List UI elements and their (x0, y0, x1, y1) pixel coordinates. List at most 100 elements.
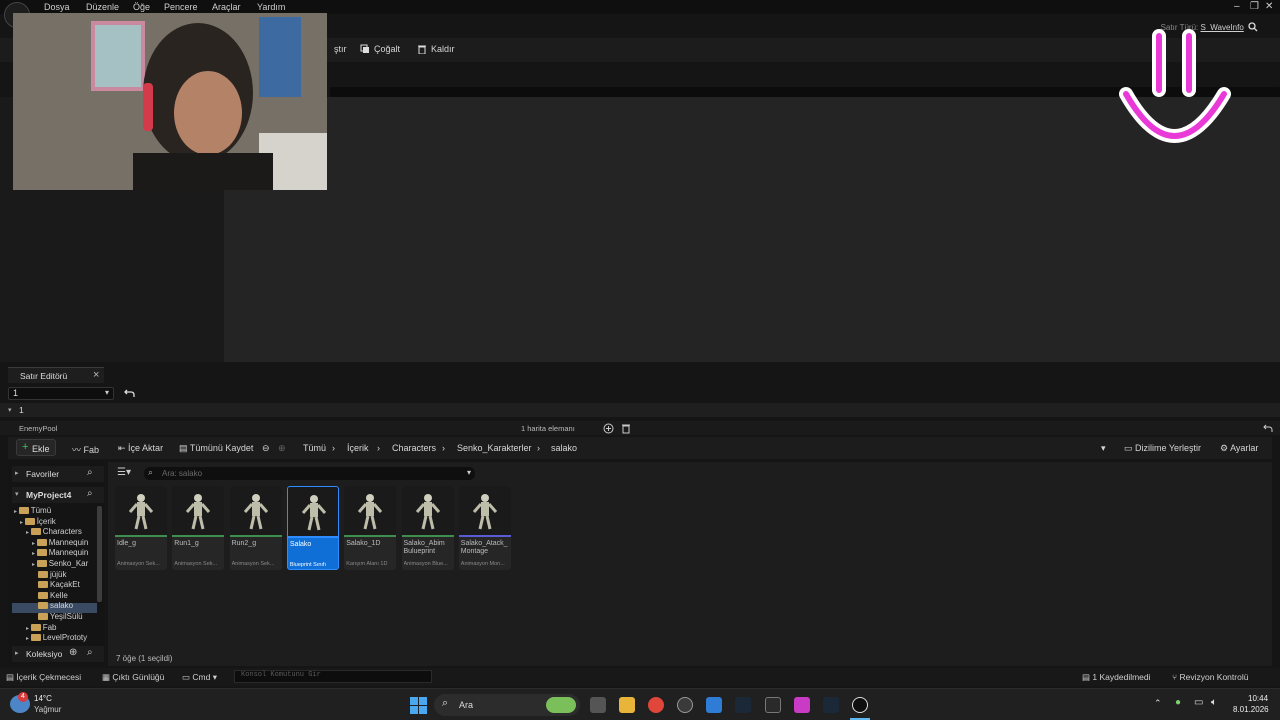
row-expand-icon[interactable]: ▾ (8, 406, 12, 414)
filter-icon[interactable]: ☰▾ (117, 467, 131, 478)
asset-tile[interactable]: Salako_Abim Bulueprint Animasyon Blue... (401, 486, 454, 570)
reset-icon[interactable] (124, 389, 135, 398)
asset-type-bar (401, 535, 454, 537)
tree-item[interactable]: ▸ Mannequin (32, 538, 98, 547)
trash-icon[interactable] (621, 423, 631, 434)
maximize-icon[interactable]: ❐ (1250, 1, 1259, 12)
forward-icon[interactable]: ⊕ (278, 443, 286, 454)
minimize-icon[interactable]: – (1234, 1, 1240, 12)
tree-item[interactable]: salako (38, 601, 98, 610)
asset-type: Animasyon Sek... (117, 561, 160, 567)
tree-item[interactable]: YeşilSülü (38, 612, 98, 621)
task-view-icon[interactable] (590, 697, 606, 713)
tree-item[interactable]: ▸ Fab (26, 623, 98, 632)
tree-item[interactable]: ▸ İçerik (20, 517, 98, 526)
revision-control-button[interactable]: ⑂ Revizyon Kontrolü (1172, 672, 1248, 682)
steam-icon[interactable] (823, 697, 839, 713)
favorites-header[interactable]: ▸ Favoriler ⌕ (12, 466, 104, 482)
partial-button[interactable]: ştır (334, 44, 347, 54)
breadcrumb-all[interactable]: Tümü (303, 443, 326, 453)
output-log-button[interactable]: ▦ Çıktı Günlüğü (102, 672, 164, 683)
file-explorer-icon[interactable] (619, 697, 635, 713)
search-icon[interactable]: ⌕ (87, 647, 93, 658)
close-icon[interactable]: ✕ (1265, 1, 1273, 12)
console-input[interactable]: Konsol Komutunu Gir (234, 670, 432, 683)
output-log-label: Çıktı Günlüğü (112, 672, 165, 682)
breadcrumb-salako[interactable]: salako (551, 443, 577, 453)
menu-bar: Dosya Düzenle Öğe Pencere Araçlar Yardım… (0, 0, 1280, 14)
row-select-dropdown[interactable]: 1 ▾ (8, 387, 114, 400)
asset-tile[interactable]: Idle_g Animasyon Sek... (115, 486, 167, 570)
save-all-button[interactable]: ▤ Tümünü Kaydet (179, 443, 253, 454)
cmd-dropdown[interactable]: ▭ Cmd ▾ (182, 672, 217, 683)
tree-item-label: jüjük (50, 569, 67, 579)
add-button[interactable]: + Ekle (16, 439, 56, 456)
menu-object[interactable]: Öğe (133, 2, 150, 12)
search-icon[interactable]: ⌕ (87, 488, 93, 499)
dock-button[interactable]: ▭ Dizilime Yerleştir (1124, 443, 1201, 454)
taskbar-search[interactable]: ⌕ Ara (434, 694, 580, 716)
unreal-engine-icon[interactable] (852, 697, 868, 713)
tree-item[interactable]: jüjük (38, 570, 98, 579)
add-element-icon[interactable] (603, 423, 614, 434)
project-header[interactable]: ▾ MyProject4 ⌕ (12, 487, 104, 503)
store-icon[interactable] (706, 697, 722, 713)
remove-button[interactable]: Kaldır (417, 44, 455, 54)
clock-time[interactable]: 10:44 (1248, 694, 1268, 703)
reset-icon[interactable] (1263, 424, 1273, 433)
purple-app-icon[interactable] (794, 697, 810, 713)
asset-search-input[interactable]: ⌕ Ara: salako ▾ (144, 467, 475, 480)
enemy-pool-row: EnemyPool 1 harita elemanı (0, 421, 1280, 435)
menu-edit[interactable]: Düzenle (86, 2, 119, 12)
tree-item[interactable]: Kelle (38, 591, 98, 600)
chevron-icon: ▸ (32, 540, 37, 547)
github-icon[interactable] (677, 697, 693, 713)
asset-tile[interactable]: Salako_1D Karışım Alanı 1D (344, 486, 397, 570)
epic-games-icon[interactable] (765, 697, 781, 713)
network-icon[interactable]: ▭ (1194, 697, 1203, 708)
tree-item[interactable]: ▸ Senko_Kar (32, 559, 98, 568)
breadcrumb-separator-icon: › (332, 443, 335, 453)
asset-tile[interactable]: Run1_g Animasyon Sek... (172, 486, 225, 570)
asset-tile[interactable]: Salako_Atack_ Montage Animasyon Mon... (458, 486, 511, 570)
unsaved-button[interactable]: ▤ 1 Kaydedilmedi (1082, 672, 1151, 683)
tree-item[interactable]: KaçakEt (38, 580, 98, 589)
status-bar: ▤ İçerik Çekmecesi ▦ Çıktı Günlüğü ▭ Cmd… (0, 668, 1280, 686)
asset-tile[interactable]: Salako Blueprint Sınıfı (286, 486, 339, 570)
breadcrumb-characters[interactable]: Characters (392, 443, 436, 453)
settings-button[interactable]: ⚙ Ayarlar (1220, 443, 1258, 454)
menu-tools[interactable]: Araçlar (212, 2, 241, 12)
menu-file[interactable]: Dosya (44, 2, 70, 12)
microphone-icon[interactable]: ● (1175, 697, 1181, 708)
menu-help[interactable]: Yardım (257, 2, 285, 12)
menu-window[interactable]: Pencere (164, 2, 198, 12)
tree-item[interactable]: ▸ Tümü (14, 506, 98, 515)
clock-date[interactable]: 8.01.2026 (1233, 705, 1269, 714)
tree-item[interactable]: ▸ LevelPrototy (26, 633, 98, 642)
asset-tile[interactable]: Run2_g Animasyon Sek... (229, 486, 282, 570)
breadcrumb-senko[interactable]: Senko_Karakterler (457, 443, 532, 453)
add-collection-icon[interactable]: ⊕ (69, 647, 77, 658)
windows-start-icon[interactable] (410, 697, 427, 714)
breadcrumb-content[interactable]: İçerik (347, 443, 369, 453)
duplicate-button[interactable]: Çoğalt (360, 44, 400, 54)
volume-icon[interactable]: 🔈︎ (1211, 697, 1217, 708)
row-editor-tab[interactable]: Satır Editörü × (8, 367, 104, 383)
asset-name: Idle_g (117, 540, 137, 547)
tree-item[interactable]: ▸ Characters (26, 527, 98, 536)
asset-type: Animasyon Mon... (460, 561, 505, 567)
breadcrumb-separator-icon: › (537, 443, 540, 453)
tree-item[interactable]: ▸ Mannequin (32, 548, 98, 557)
content-drawer-button[interactable]: ▤ İçerik Çekmecesi (6, 672, 81, 683)
search-icon[interactable]: ⌕ (87, 467, 93, 478)
search-icon[interactable] (1248, 22, 1258, 32)
chevron-up-icon[interactable]: ⌃ (1154, 698, 1162, 709)
fab-button[interactable]: 〰 Fab (72, 443, 99, 456)
collections-header[interactable]: ▸ Koleksiyo ⊕ ⌕ (12, 646, 104, 662)
chrome-icon[interactable] (648, 697, 664, 713)
steam-icon[interactable] (735, 697, 751, 713)
import-button[interactable]: ⇤ İçe Aktar (118, 443, 163, 454)
chevron-down-icon[interactable]: ▾ (1101, 443, 1106, 454)
back-icon[interactable]: ⊖ (262, 443, 270, 454)
close-tab-icon[interactable]: × (93, 369, 99, 381)
